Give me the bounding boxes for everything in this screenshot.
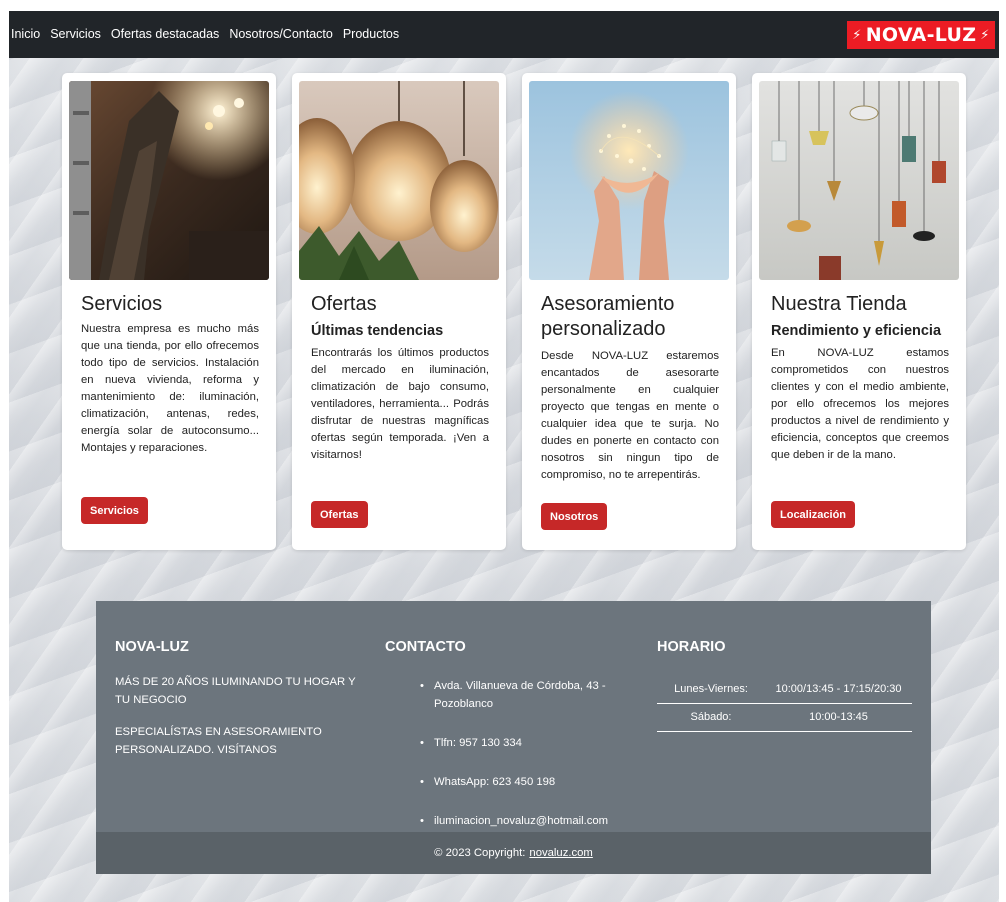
- card-text: Nuestra empresa es mucho más que una tie…: [81, 323, 259, 454]
- card-title: Asesoramiento personalizado: [541, 293, 675, 340]
- lightning-icon: ⚡: [980, 27, 990, 43]
- footer-about-line1: MÁS DE 20 AÑOS ILUMINANDO TU HOGAR Y TU …: [115, 676, 356, 706]
- lightning-icon: ⚡: [852, 27, 862, 43]
- card-body: Nuestra Tienda Rendimiento y eficiencia …: [771, 292, 949, 464]
- card-servicios: Servicios Nuestra empresa es mucho más q…: [62, 73, 276, 550]
- card-tienda: Nuestra Tienda Rendimiento y eficiencia …: [752, 73, 966, 550]
- card-body: Asesoramiento personalizado Desde NOVA-L…: [541, 292, 719, 484]
- card-title: Ofertas: [311, 293, 377, 315]
- hours-time: 10:00-13:45: [765, 703, 912, 732]
- copyright-text: © 2023 Copyright:: [434, 847, 526, 859]
- card-image-store: [759, 81, 959, 280]
- copyright-link[interactable]: novaluz.com: [529, 847, 592, 859]
- contact-email: iluminacion_novaluz@hotmail.com: [416, 812, 656, 830]
- card-title: Servicios: [81, 293, 163, 315]
- card-subtitle: Rendimiento y eficiencia: [771, 323, 942, 339]
- card-body: Servicios Nuestra empresa es mucho más q…: [81, 292, 259, 457]
- card-asesoramiento: Asesoramiento personalizado Desde NOVA-L…: [522, 73, 736, 550]
- footer-about-line2: ESPECIALÍSTAS EN ASESORAMIENTO PERSONALI…: [115, 726, 322, 756]
- contact-address: Avda. Villanueva de Córdoba, 43 - Pozobl…: [416, 677, 656, 713]
- nosotros-button[interactable]: Nosotros: [541, 503, 608, 530]
- hours-day: Sábado:: [657, 703, 765, 732]
- card-image-installer: [69, 81, 269, 280]
- card-ofertas: Ofertas Últimas tendencias Encontrarás l…: [292, 73, 506, 550]
- card-body: Ofertas Últimas tendencias Encontrarás l…: [311, 292, 489, 464]
- brand-logo[interactable]: ⚡ NOVA-LUZ ⚡: [847, 21, 995, 49]
- card-text: Encontrarás los últimos productos del me…: [311, 347, 489, 461]
- nav-link-inicio[interactable]: Inicio: [9, 11, 46, 58]
- footer-about-title: NOVA-LUZ: [115, 639, 189, 655]
- brand-name: NOVA-LUZ: [865, 24, 977, 46]
- card-subtitle: Últimas tendencias: [311, 323, 444, 339]
- footer-hours-title: HORARIO: [657, 639, 726, 655]
- copyright-bar: © 2023 Copyright: novaluz.com: [96, 832, 931, 874]
- hours-table: Lunes-Viernes: 10:00/13:45 - 17:15/20:30…: [657, 675, 912, 732]
- nav-link-servicios[interactable]: Servicios: [46, 11, 107, 58]
- footer-contact-title: CONTACTO: [385, 639, 466, 655]
- card-image-hands-lights: [529, 81, 729, 280]
- hours-row: Sábado: 10:00-13:45: [657, 703, 912, 732]
- ofertas-button[interactable]: Ofertas: [311, 501, 368, 528]
- hours-row: Lunes-Viernes: 10:00/13:45 - 17:15/20:30: [657, 675, 912, 704]
- card-title: Nuestra Tienda: [771, 293, 907, 315]
- hours-time: 10:00/13:45 - 17:15/20:30: [765, 675, 912, 704]
- nav-link-nosotros[interactable]: Nosotros/Contacto: [225, 11, 339, 58]
- footer: NOVA-LUZ MÁS DE 20 AÑOS ILUMINANDO TU HO…: [96, 601, 931, 874]
- nav-links: Inicio Servicios Ofertas destacadas Noso…: [9, 11, 405, 58]
- card-text: En NOVA-LUZ estamos comprometidos con nu…: [771, 347, 949, 461]
- card-text: Desde NOVA-LUZ estaremos encantados de a…: [541, 350, 719, 481]
- localizacion-button[interactable]: Localización: [771, 501, 856, 528]
- nav-link-productos[interactable]: Productos: [339, 11, 405, 58]
- hours-day: Lunes-Viernes:: [657, 675, 765, 704]
- nav-link-ofertas[interactable]: Ofertas destacadas: [107, 11, 225, 58]
- contact-phone: Tlfn: 957 130 334: [416, 734, 656, 752]
- servicios-button[interactable]: Servicios: [81, 497, 148, 524]
- contact-list: Avda. Villanueva de Córdoba, 43 - Pozobl…: [416, 677, 656, 851]
- top-navbar: Inicio Servicios Ofertas destacadas Noso…: [9, 11, 999, 58]
- contact-whatsapp: WhatsApp: 623 450 198: [416, 773, 656, 791]
- card-image-lamps: [299, 81, 499, 280]
- page-background: Inicio Servicios Ofertas destacadas Noso…: [9, 11, 999, 902]
